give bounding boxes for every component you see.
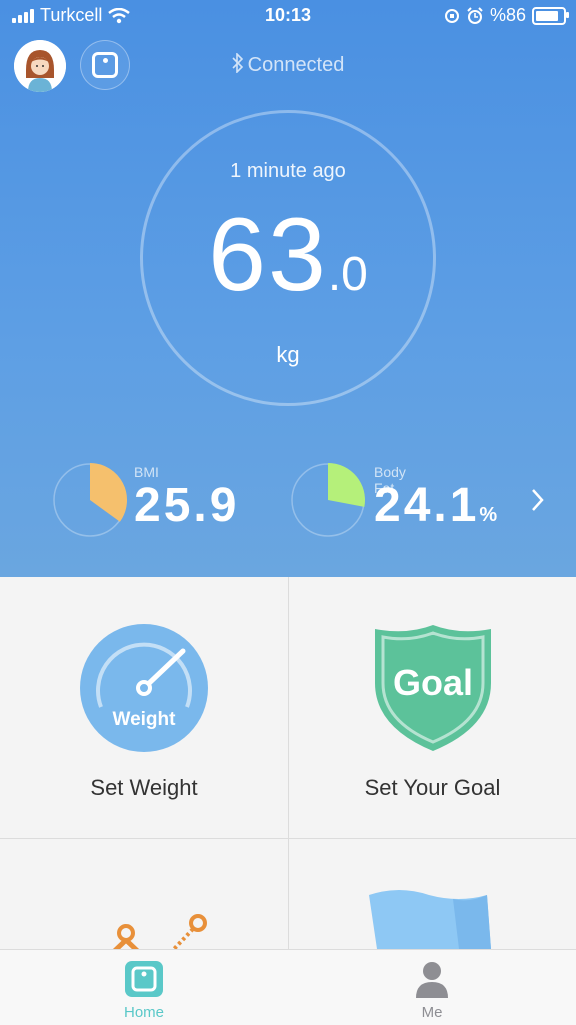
connection-label: Connected bbox=[247, 54, 345, 76]
action-grid: Weight Set Weight Goal Set Your Goal bbox=[0, 577, 576, 959]
person-icon bbox=[416, 962, 448, 998]
set-weight-label: Set Weight bbox=[90, 775, 198, 800]
tab-home[interactable]: Home bbox=[0, 950, 288, 1025]
bluetooth-icon bbox=[232, 52, 243, 74]
home-scale-icon bbox=[125, 961, 163, 997]
tile-history[interactable] bbox=[289, 839, 576, 949]
weight-integer: 63 bbox=[208, 197, 328, 313]
status-bar: Turkcell 10:13 %86 bbox=[0, 0, 576, 32]
body-fat-pie bbox=[291, 463, 365, 537]
connection-status: Connected bbox=[0, 52, 576, 77]
alarm-icon bbox=[467, 6, 483, 24]
bmi-pie bbox=[53, 463, 127, 537]
set-goal-tile[interactable]: Goal Set Your Goal bbox=[289, 577, 576, 839]
measurement-time: 1 minute ago bbox=[230, 160, 346, 182]
tab-me[interactable]: Me bbox=[288, 950, 576, 1025]
body-fat-suffix: % bbox=[479, 504, 498, 526]
chevron-right-icon[interactable] bbox=[530, 486, 546, 514]
battery-percent: %86 bbox=[489, 5, 526, 25]
goal-shield-icon: Goal bbox=[375, 625, 491, 751]
set-goal-label: Set Your Goal bbox=[364, 775, 501, 800]
weight-value: 63.0 bbox=[0, 196, 576, 315]
weight-gauge-icon: Weight bbox=[80, 624, 208, 752]
tab-home-label: Home bbox=[123, 1004, 164, 1021]
tab-me-label: Me bbox=[421, 1004, 443, 1021]
body-fat-value: 24.1% bbox=[374, 478, 497, 533]
flag-icon bbox=[369, 890, 491, 949]
bmi-value: 25.9 bbox=[134, 478, 239, 533]
goal-icon-text: Goal bbox=[393, 662, 473, 703]
body-fat-number: 24.1 bbox=[374, 479, 480, 532]
bmi-number: 25.9 bbox=[134, 479, 240, 532]
rotation-lock-icon bbox=[444, 8, 459, 23]
weight-icon-text: Weight bbox=[113, 709, 177, 730]
tab-bar: Home Me bbox=[0, 949, 576, 1025]
weight-decimal: .0 bbox=[327, 248, 368, 301]
set-weight-tile[interactable]: Weight Set Weight bbox=[0, 577, 289, 839]
weight-unit: kg bbox=[276, 342, 300, 367]
battery-icon bbox=[532, 6, 569, 25]
tile-activity[interactable] bbox=[0, 839, 289, 959]
